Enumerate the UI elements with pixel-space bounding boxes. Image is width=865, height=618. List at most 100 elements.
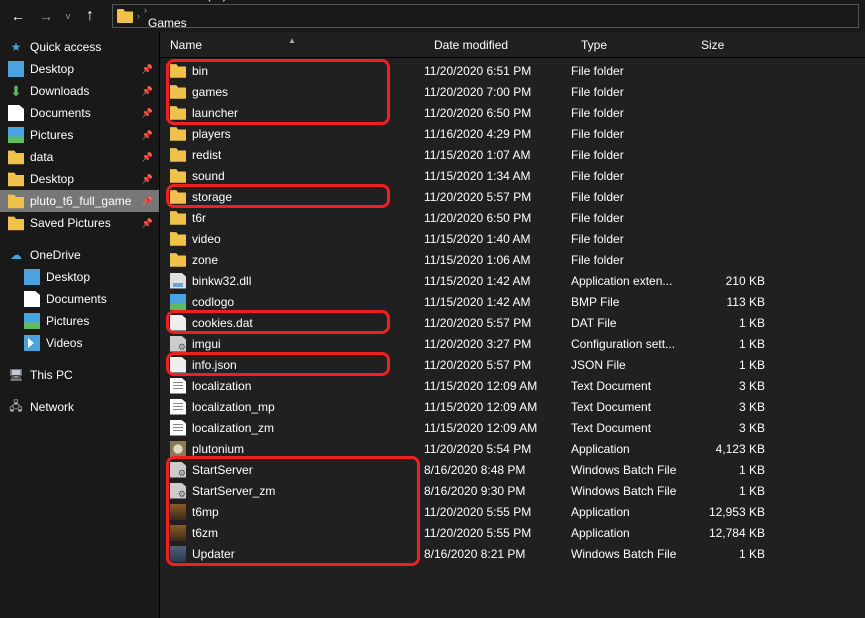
chevron-right-icon[interactable]: › <box>137 11 140 21</box>
file-name: t6r <box>192 211 206 225</box>
sidebar-item-label: Documents <box>30 106 91 120</box>
file-row[interactable]: localization_zm11/15/2020 12:09 AMText D… <box>160 417 865 438</box>
file-date: 11/20/2020 7:00 PM <box>424 85 571 99</box>
col-name-label: Name <box>170 38 202 52</box>
pc-icon: 🖥 <box>8 367 24 383</box>
file-type: DAT File <box>571 316 691 330</box>
breadcrumb-segment[interactable]: Games <box>144 16 253 30</box>
file-date: 11/16/2020 4:29 PM <box>424 127 571 141</box>
col-type-header[interactable]: Type <box>571 38 691 52</box>
sidebar-item[interactable]: Documents📌 <box>0 102 159 124</box>
file-row[interactable]: localization_mp11/15/2020 12:09 AMText D… <box>160 396 865 417</box>
sidebar-item[interactable]: ⬇Downloads📌 <box>0 80 159 102</box>
folder-icon <box>170 63 186 79</box>
sidebar-item[interactable]: 🖧Network <box>0 396 159 418</box>
col-date-header[interactable]: Date modified <box>424 38 571 52</box>
chevron-right-icon[interactable]: › <box>144 5 147 15</box>
file-row[interactable]: cookies.dat11/20/2020 5:57 PMDAT File1 K… <box>160 312 865 333</box>
file-type: File folder <box>571 253 691 267</box>
file-name-cell: t6r <box>170 210 424 226</box>
file-row[interactable]: binkw32.dll11/15/2020 1:42 AMApplication… <box>160 270 865 291</box>
file-row[interactable]: Updater8/16/2020 8:21 PMWindows Batch Fi… <box>160 543 865 564</box>
sidebar-item[interactable]: Pictures 📌 <box>0 124 159 146</box>
file-type: Application <box>571 505 691 519</box>
file-view: ▲ Name Date modified Type Size bin11/20/… <box>160 32 865 618</box>
pic-icon <box>8 127 24 143</box>
file-row[interactable]: launcher11/20/2020 6:50 PMFile folder <box>160 102 865 123</box>
folder-icon <box>170 126 186 142</box>
file-row[interactable]: bin11/20/2020 6:51 PMFile folder <box>160 60 865 81</box>
sidebar-item[interactable]: Saved Pictures📌 <box>0 212 159 234</box>
up-button[interactable]: ↑ <box>78 4 102 28</box>
file-row[interactable]: StartServer_zm8/16/2020 9:30 PMWindows B… <box>160 480 865 501</box>
file-row[interactable]: StartServer8/16/2020 8:48 PMWindows Batc… <box>160 459 865 480</box>
file-date: 11/15/2020 12:09 AM <box>424 400 571 414</box>
history-dropdown-icon[interactable]: v <box>62 11 74 21</box>
col-name-header[interactable]: ▲ Name <box>160 38 424 52</box>
file-name: codlogo <box>192 295 234 309</box>
file-date: 11/15/2020 1:06 AM <box>424 253 571 267</box>
file-name-cell: cookies.dat <box>170 315 424 331</box>
file-type: Configuration sett... <box>571 337 691 351</box>
file-name: bin <box>192 64 208 78</box>
file-row[interactable]: redist11/15/2020 1:07 AMFile folder <box>160 144 865 165</box>
navigation-pane[interactable]: ★Quick accessDesktop📌⬇Downloads📌Document… <box>0 32 160 618</box>
file-name-cell: localization <box>170 378 424 394</box>
file-row[interactable]: zone11/15/2020 1:06 AMFile folder <box>160 249 865 270</box>
forward-button[interactable]: → <box>34 4 58 28</box>
sidebar-item-label: Quick access <box>30 40 101 54</box>
file-row[interactable]: info.json11/20/2020 5:57 PMJSON File1 KB <box>160 354 865 375</box>
folder-icon <box>8 149 24 165</box>
folder-icon <box>170 105 186 121</box>
sidebar-item[interactable]: ★Quick access <box>0 36 159 58</box>
file-date: 11/20/2020 5:55 PM <box>424 526 571 540</box>
file-row[interactable]: games11/20/2020 7:00 PMFile folder <box>160 81 865 102</box>
file-row[interactable]: codlogo11/15/2020 1:42 AMBMP File113 KB <box>160 291 865 312</box>
pin-icon: 📌 <box>142 130 153 141</box>
pluto-icon <box>170 441 186 457</box>
file-row[interactable]: video11/15/2020 1:40 AMFile folder <box>160 228 865 249</box>
file-name: binkw32.dll <box>192 274 251 288</box>
col-size-header[interactable]: Size <box>691 38 771 52</box>
file-size: 1 KB <box>691 358 771 372</box>
address-bar[interactable]: › This PC›Local Disk (D:)›Games›pluto_t6… <box>112 4 859 28</box>
file-row[interactable]: storage11/20/2020 5:57 PMFile folder <box>160 186 865 207</box>
file-type: File folder <box>571 148 691 162</box>
file-row[interactable]: imgui11/20/2020 3:27 PMConfiguration set… <box>160 333 865 354</box>
file-row[interactable]: t6r11/20/2020 6:50 PMFile folder <box>160 207 865 228</box>
sidebar-item[interactable]: Pictures <box>0 310 159 332</box>
file-date: 11/15/2020 1:34 AM <box>424 169 571 183</box>
file-row[interactable]: localization11/15/2020 12:09 AMText Docu… <box>160 375 865 396</box>
folder-icon <box>8 171 24 187</box>
file-type: BMP File <box>571 295 691 309</box>
file-name-cell: zone <box>170 252 424 268</box>
sidebar-item[interactable]: 🖥This PC <box>0 364 159 386</box>
sidebar-item[interactable]: Documents <box>0 288 159 310</box>
back-button[interactable]: ← <box>6 4 30 28</box>
file-row[interactable]: players11/16/2020 4:29 PMFile folder <box>160 123 865 144</box>
breadcrumb-segment[interactable]: Local Disk (D:) <box>144 0 253 2</box>
folder-icon <box>170 210 186 226</box>
file-type: JSON File <box>571 358 691 372</box>
sidebar-item[interactable]: Desktop📌 <box>0 58 159 80</box>
sidebar-item[interactable]: pluto_t6_full_game📌 <box>0 190 159 212</box>
sidebar-item[interactable]: Desktop📌 <box>0 168 159 190</box>
file-size: 3 KB <box>691 400 771 414</box>
folder-icon <box>170 147 186 163</box>
file-type: File folder <box>571 106 691 120</box>
file-row[interactable]: t6mp11/20/2020 5:55 PMApplication12,953 … <box>160 501 865 522</box>
file-size: 1 KB <box>691 484 771 498</box>
sidebar-item[interactable]: data📌 <box>0 146 159 168</box>
sidebar-item[interactable]: Videos <box>0 332 159 354</box>
explorer-window: ← → v ↑ › This PC›Local Disk (D:)›Games›… <box>0 0 865 618</box>
file-type: Text Document <box>571 421 691 435</box>
sidebar-item[interactable]: ☁OneDrive <box>0 244 159 266</box>
sidebar-item[interactable]: Desktop <box>0 266 159 288</box>
file-icon <box>170 357 186 373</box>
sidebar-item-label: Saved Pictures <box>30 216 111 230</box>
file-row[interactable]: t6zm11/20/2020 5:55 PMApplication12,784 … <box>160 522 865 543</box>
file-row[interactable]: plutonium11/20/2020 5:54 PMApplication4,… <box>160 438 865 459</box>
sidebar-item-label: Pictures <box>30 128 73 142</box>
file-row[interactable]: sound11/15/2020 1:34 AMFile folder <box>160 165 865 186</box>
file-list[interactable]: bin11/20/2020 6:51 PMFile foldergames11/… <box>160 58 865 618</box>
